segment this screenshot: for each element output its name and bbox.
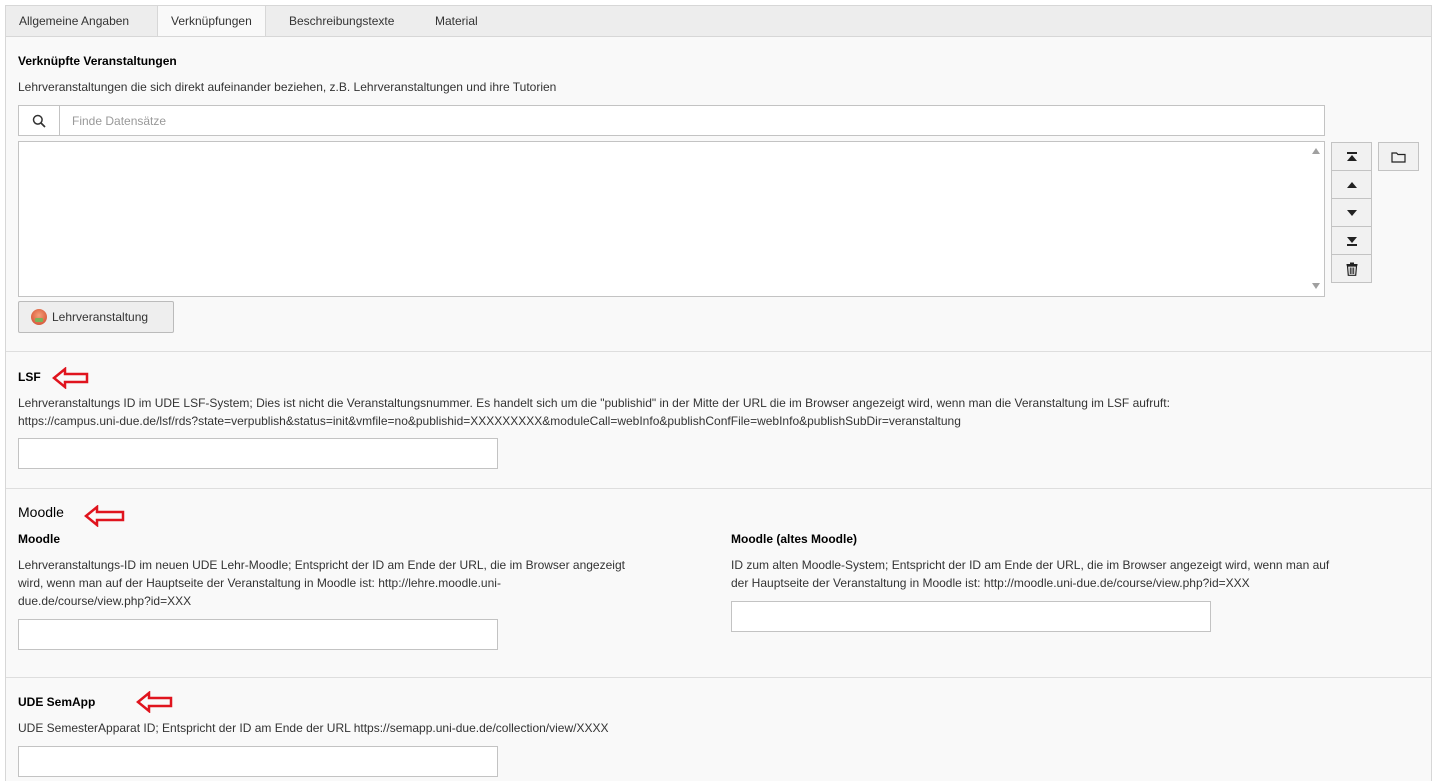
search-input[interactable] xyxy=(61,106,1323,135)
red-arrow-icon xyxy=(136,691,173,713)
lsf-description-line: Lehrveranstaltungs ID im UDE LSF-System;… xyxy=(18,396,1170,410)
red-arrow-icon xyxy=(52,367,89,389)
moodle-old-title: Moodle (altes Moodle) xyxy=(731,532,857,546)
move-up-icon xyxy=(1346,181,1357,188)
moodle-old-description-line: ID zum alten Moodle-System; Entspricht d… xyxy=(731,558,1330,572)
scroll-up-icon[interactable] xyxy=(1312,148,1320,154)
moodle-new-description-line: Lehrveranstaltungs-ID im neuen UDE Lehr-… xyxy=(18,558,625,572)
section-divider xyxy=(6,488,1431,489)
section-divider xyxy=(6,677,1431,678)
move-to-top-icon xyxy=(1346,151,1357,161)
move-down-icon xyxy=(1346,209,1357,216)
semapp-title: UDE SemApp xyxy=(18,695,96,709)
moodle-old-description: ID zum alten Moodle-System; Entspricht d… xyxy=(731,556,1431,592)
linked-courses-description: Lehrveranstaltungen die sich direkt aufe… xyxy=(18,80,557,94)
section-divider xyxy=(6,351,1431,352)
moodle-old-id-field[interactable] xyxy=(731,601,1211,632)
moodle-new-description-line: due.de/course/view.php?id=XXX xyxy=(18,594,192,608)
moodle-old-description-line: der Hauptseite der Veranstaltung in Mood… xyxy=(731,576,1250,590)
tab-content-panel: Verknüpfte Veranstaltungen Lehrveranstal… xyxy=(5,36,1432,781)
tab-label: Allgemeine Angaben xyxy=(19,14,130,28)
scroll-down-icon[interactable] xyxy=(1312,283,1320,289)
browse-records-button[interactable] xyxy=(1378,142,1419,171)
moodle-id-field[interactable] xyxy=(18,619,498,650)
lsf-title: LSF xyxy=(18,370,41,384)
lsf-description: Lehrveranstaltungs ID im UDE LSF-System;… xyxy=(18,394,1418,430)
moodle-new-description-line: wird, wenn man auf der Hauptseite der Ve… xyxy=(18,576,501,590)
linked-records-list[interactable] xyxy=(18,141,1325,297)
tab-label: Verknüpfungen xyxy=(171,14,252,28)
delete-button[interactable] xyxy=(1331,254,1372,283)
move-to-top-button[interactable] xyxy=(1331,142,1372,171)
move-up-button[interactable] xyxy=(1331,170,1372,199)
tab-material[interactable]: Material xyxy=(422,6,491,38)
trash-icon xyxy=(1346,262,1357,276)
moodle-new-title: Moodle xyxy=(18,532,60,546)
red-arrow-icon xyxy=(84,505,125,527)
tab-verknuepfungen[interactable]: Verknüpfungen xyxy=(157,5,266,38)
course-record-icon xyxy=(31,309,47,325)
folder-icon xyxy=(1391,151,1406,163)
lsf-id-field[interactable] xyxy=(18,438,498,469)
move-to-bottom-button[interactable] xyxy=(1331,226,1372,255)
search-icon[interactable] xyxy=(19,106,60,135)
record-search xyxy=(18,105,1325,136)
tab-bar: Allgemeine Angaben Verknüpfungen Beschre… xyxy=(5,5,1432,38)
tab-label: Material xyxy=(435,14,478,28)
tab-label: Beschreibungstexte xyxy=(289,14,395,28)
semapp-description: UDE SemesterApparat ID; Entspricht der I… xyxy=(18,721,609,735)
tab-allgemeine-angaben[interactable]: Allgemeine Angaben xyxy=(6,6,142,38)
linked-courses-title: Verknüpfte Veranstaltungen xyxy=(18,54,177,68)
move-down-button[interactable] xyxy=(1331,198,1372,227)
sort-button-group xyxy=(1331,142,1372,283)
moodle-legend: Moodle xyxy=(18,504,64,520)
semapp-id-field[interactable] xyxy=(18,746,498,777)
move-to-bottom-icon xyxy=(1346,236,1357,246)
add-course-label: Lehrveranstaltung xyxy=(52,310,149,324)
lsf-description-line: https://campus.uni-due.de/lsf/rds?state=… xyxy=(18,414,961,428)
moodle-new-description: Lehrveranstaltungs-ID im neuen UDE Lehr-… xyxy=(18,556,718,610)
tab-beschreibungstexte[interactable]: Beschreibungstexte xyxy=(276,6,407,38)
add-course-button[interactable]: Lehrveranstaltung xyxy=(18,301,174,333)
